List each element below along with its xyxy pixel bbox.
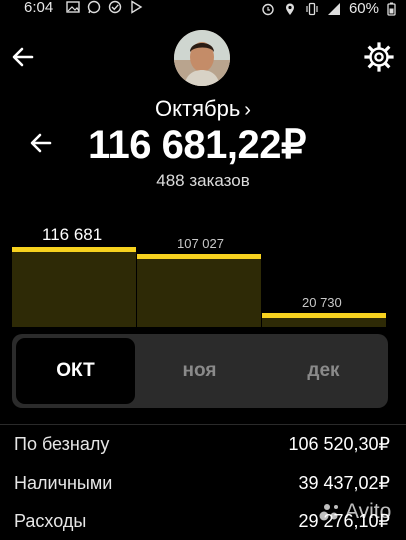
month-selector[interactable]: Октябрь › [0, 96, 406, 122]
segment-dec[interactable]: дек [264, 338, 383, 404]
orders-count: 488 заказов [156, 171, 250, 190]
location-icon [285, 3, 294, 15]
detail-label: Наличными [14, 473, 113, 493]
divider [0, 424, 406, 425]
play-icon [131, 0, 143, 14]
bar-data-label: 116 681 [42, 225, 103, 244]
bar-top-line [12, 247, 136, 252]
detail-value: 39 437,02₽ [298, 473, 390, 493]
previous-period-arrow-icon[interactable] [28, 130, 54, 156]
status-time: 6:04 [24, 0, 54, 16]
avito-watermark: Avito [318, 500, 391, 524]
whatsapp-icon [87, 0, 101, 14]
monthly-bar-chart: 116 681 107 027 20 730 [0, 215, 406, 327]
bar-data-label: 20 730 [302, 295, 342, 310]
bar-top-line [262, 313, 386, 318]
avatar[interactable] [174, 30, 230, 86]
detail-label: Расходы [14, 511, 87, 531]
month-segment-control: ОКТ ноя дек [12, 334, 388, 408]
avito-logo-icon [319, 504, 338, 521]
battery-percent: 60% [348, 0, 379, 17]
detail-row-cash: Наличными 39 437,02₽ [14, 473, 390, 501]
total-amount: 116 681,22₽ [88, 123, 306, 167]
segment-oct[interactable]: ОКТ [16, 338, 135, 404]
month-label: Октябрь [155, 96, 241, 121]
alarm-icon [262, 3, 274, 15]
chevron-right-icon: › [244, 99, 251, 121]
bar-top-line [137, 254, 261, 259]
bar-окт[interactable] [12, 247, 136, 327]
avito-watermark-text: Avito [345, 500, 392, 523]
battery-icon [387, 2, 396, 16]
avatar-photo [174, 30, 230, 86]
signal-icon [327, 2, 340, 15]
segment-nov[interactable]: ноя [140, 338, 259, 404]
detail-label: По безналу [14, 434, 110, 454]
status-bar: 6:04 60% [0, 0, 406, 18]
detail-row-cashless: По безналу 106 520,30₽ [14, 434, 390, 462]
detail-value: 106 520,30₽ [288, 434, 390, 454]
back-arrow-icon[interactable] [10, 44, 36, 70]
bar-ноя[interactable] [137, 254, 261, 327]
gear-icon[interactable] [364, 42, 394, 72]
check-icon [108, 0, 122, 14]
image-icon [66, 1, 80, 13]
bar-data-label: 107 027 [177, 236, 224, 251]
vibrate-icon [306, 2, 318, 15]
